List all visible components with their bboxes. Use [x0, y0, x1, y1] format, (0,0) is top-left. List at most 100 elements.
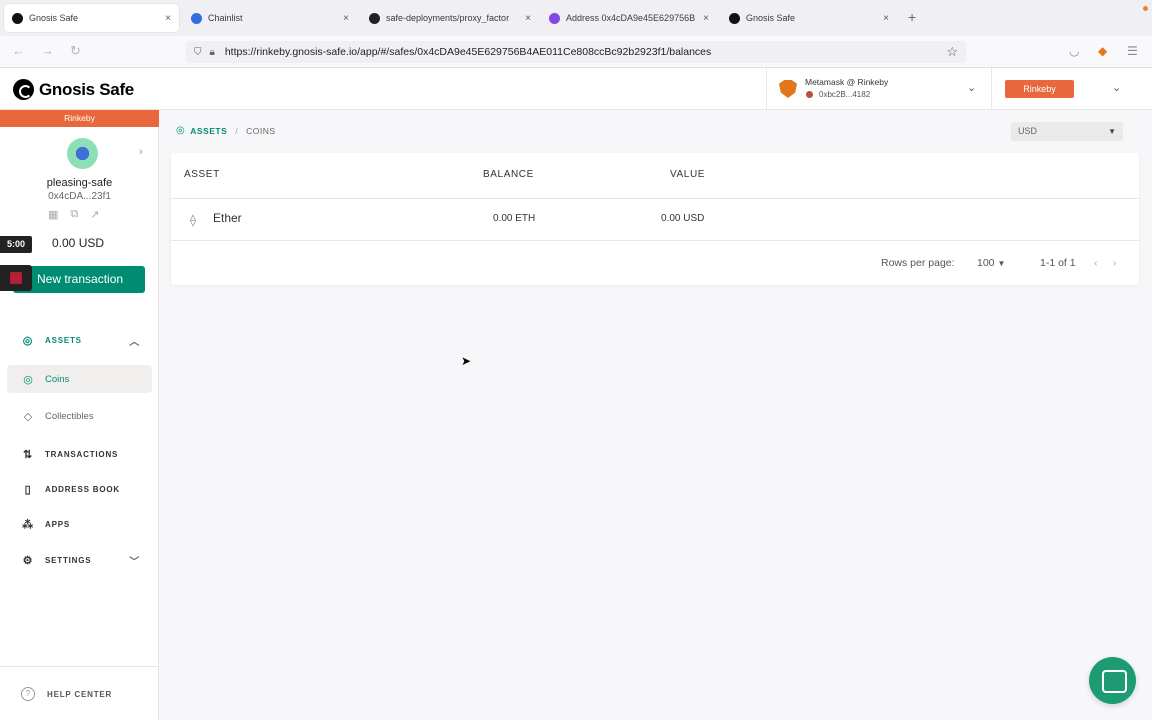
browser-tab-strip: Gnosis Safe × Chainlist × safe-deploymen… [0, 0, 1152, 36]
new-transaction-button[interactable]: New transaction [13, 266, 145, 293]
coins-icon: ◎ [23, 373, 33, 386]
metamask-fox-icon [779, 80, 797, 98]
rows-per-page-label: Rows per page: [881, 257, 955, 269]
sidebar: Rinkeby › pleasing-safe 0x4cDA...23f1 ▦ … [0, 110, 159, 720]
column-header-asset[interactable]: ASSET [184, 169, 220, 180]
chevron-down-icon[interactable]: ⌄ [967, 81, 976, 94]
currency-value: USD [1018, 126, 1038, 136]
url-bar[interactable]: ⛉ 🔒︎ https://rinkeby.gnosis-safe.io/app/… [186, 41, 966, 63]
wallet-address: 0xbc2B...4182 [819, 90, 871, 99]
sidebar-item-apps[interactable]: ⁂ APPS [7, 510, 152, 538]
sidebar-item-label: ADDRESS BOOK [45, 484, 120, 494]
previous-page-icon[interactable]: ‹ [1094, 257, 1098, 269]
safe-address: 0x4cDA...23f1 [48, 191, 111, 202]
logo-text: Gnosis Safe [39, 79, 134, 99]
chat-support-button[interactable] [1089, 657, 1136, 704]
network-button[interactable]: Rinkeby [1005, 80, 1074, 98]
browser-nav-bar: ← → ↻ ⛉ 🔒︎ https://rinkeby.gnosis-safe.i… [0, 36, 1152, 68]
gnosis-safe-logo[interactable]: Gnosis Safe [13, 79, 134, 100]
github-icon [369, 12, 380, 24]
sidebar-item-settings[interactable]: ⚙ SETTINGS ﹀ [7, 546, 152, 574]
tab-label: Gnosis Safe [746, 13, 796, 23]
table-row[interactable]: ⟠ Ether 0.00 ETH 0.00 USD [171, 199, 1139, 241]
polygon-icon [549, 12, 560, 24]
notification-dot [1143, 6, 1148, 11]
sidebar-item-label: SETTINGS [45, 555, 92, 565]
assets-icon: ◎ [22, 334, 34, 347]
sidebar-item-label: TRANSACTIONS [45, 449, 119, 459]
recording-timer: 5:00 [0, 236, 32, 253]
new-tab-button[interactable]: + [908, 9, 916, 25]
next-page-icon[interactable]: › [1113, 257, 1117, 269]
close-icon[interactable]: × [703, 13, 709, 24]
sidebar-item-assets[interactable]: ◎ ASSETS ︿ [7, 326, 152, 354]
ether-icon: ⟠ [190, 213, 196, 227]
close-icon[interactable]: × [343, 13, 349, 24]
safe-balance: 0.00 USD [52, 236, 105, 250]
bookmark-star-icon[interactable]: ☆ [946, 44, 958, 60]
pocket-icon[interactable]: ◡ [1069, 44, 1079, 58]
mouse-cursor-icon: ➤ [461, 354, 472, 368]
chevron-up-icon: ︿ [129, 336, 140, 348]
safe-avatar [67, 138, 98, 169]
url-text: https://rinkeby.gnosis-safe.io/app/#/saf… [224, 46, 712, 58]
pagination-range: 1-1 of 1 [1040, 257, 1076, 269]
tab-chainlist[interactable]: Chainlist × [183, 4, 357, 32]
tab-gnosis-safe-2[interactable]: Gnosis Safe × [721, 4, 897, 32]
tab-safe-deployments[interactable]: safe-deployments/proxy_factor × [361, 4, 539, 32]
copy-icon[interactable]: ⧉ [70, 208, 78, 221]
wallet-name: Metamask @ Rinkeby [805, 77, 889, 87]
safe-name: pleasing-safe [46, 177, 113, 189]
asset-value: 0.00 USD [661, 213, 705, 224]
close-icon[interactable]: × [165, 13, 171, 24]
sidebar-item-address-book[interactable]: ▯ ADDRESS BOOK [7, 475, 152, 503]
close-icon[interactable]: × [883, 13, 889, 24]
diamond-icon: ◇ [23, 410, 33, 423]
tab-label: Gnosis Safe [29, 13, 79, 23]
breadcrumb: ◎ ASSETS / COINS [176, 125, 276, 136]
help-center[interactable]: ? HELP CENTER [0, 666, 159, 720]
caret-down-icon: ▼ [1108, 127, 1116, 136]
column-header-balance[interactable]: BALANCE [483, 169, 534, 180]
back-arrow-icon[interactable]: ← [12, 43, 25, 58]
caret-down-icon: ▼ [997, 259, 1006, 268]
apps-icon: ⁂ [22, 518, 34, 531]
sidebar-item-collectibles[interactable]: ◇ Collectibles [7, 402, 152, 430]
help-icon: ? [21, 687, 35, 701]
qr-code-icon[interactable]: ▦ [48, 208, 58, 221]
tab-gnosis-safe[interactable]: Gnosis Safe × [4, 4, 179, 32]
currency-select[interactable]: USD ▼ [1011, 122, 1123, 141]
wallet-identicon [806, 91, 813, 98]
breadcrumb-assets[interactable]: ASSETS [190, 126, 227, 136]
coins-table: ASSET BALANCE VALUE ⟠ Ether 0.00 ETH 0.0… [171, 153, 1139, 285]
lock-icon: 🔒︎ [209, 46, 215, 58]
sidebar-item-label: APPS [45, 519, 70, 529]
sidebar-item-label: Coins [45, 373, 70, 385]
breadcrumb-coins: COINS [246, 125, 276, 136]
sidebar-item-transactions[interactable]: ⇅ TRANSACTIONS [7, 440, 152, 468]
tab-label: Address 0x4cDA9e45E629756B [566, 13, 696, 23]
metamask-extension-icon[interactable]: ◆ [1098, 44, 1107, 58]
chainlist-icon [191, 12, 202, 24]
menu-icon[interactable]: ☰ [1127, 44, 1138, 58]
gnosis-logo-icon [729, 12, 740, 24]
asset-name: Ether [213, 211, 242, 225]
chevron-right-icon[interactable]: › [139, 146, 143, 158]
sidebar-item-label: ASSETS [45, 335, 82, 345]
sidebar-item-coins[interactable]: ◎ Coins [7, 365, 152, 393]
forward-arrow-icon[interactable]: → [41, 43, 54, 58]
stop-recording-button[interactable] [0, 265, 32, 291]
close-icon[interactable]: × [525, 13, 531, 24]
wallet-connection[interactable]: Metamask @ Rinkeby 0xbc2B...4182 ⌄ [766, 68, 992, 110]
column-header-value[interactable]: VALUE [670, 169, 705, 180]
external-link-icon[interactable]: ↗ [90, 208, 99, 221]
tab-address[interactable]: Address 0x4cDA9e45E629756B × [541, 4, 717, 32]
gnosis-logo-icon [13, 79, 34, 100]
chevron-down-icon[interactable]: ⌄ [1112, 81, 1121, 94]
transactions-icon: ⇅ [22, 448, 34, 461]
chevron-down-icon: ﹀ [129, 556, 140, 568]
rows-per-page-select[interactable]: 100 ▼ [977, 257, 1005, 269]
tab-label: Chainlist [208, 13, 243, 23]
reload-icon[interactable]: ↻ [70, 43, 81, 59]
app-header: Gnosis Safe Metamask @ Rinkeby 0xbc2B...… [0, 68, 1152, 110]
